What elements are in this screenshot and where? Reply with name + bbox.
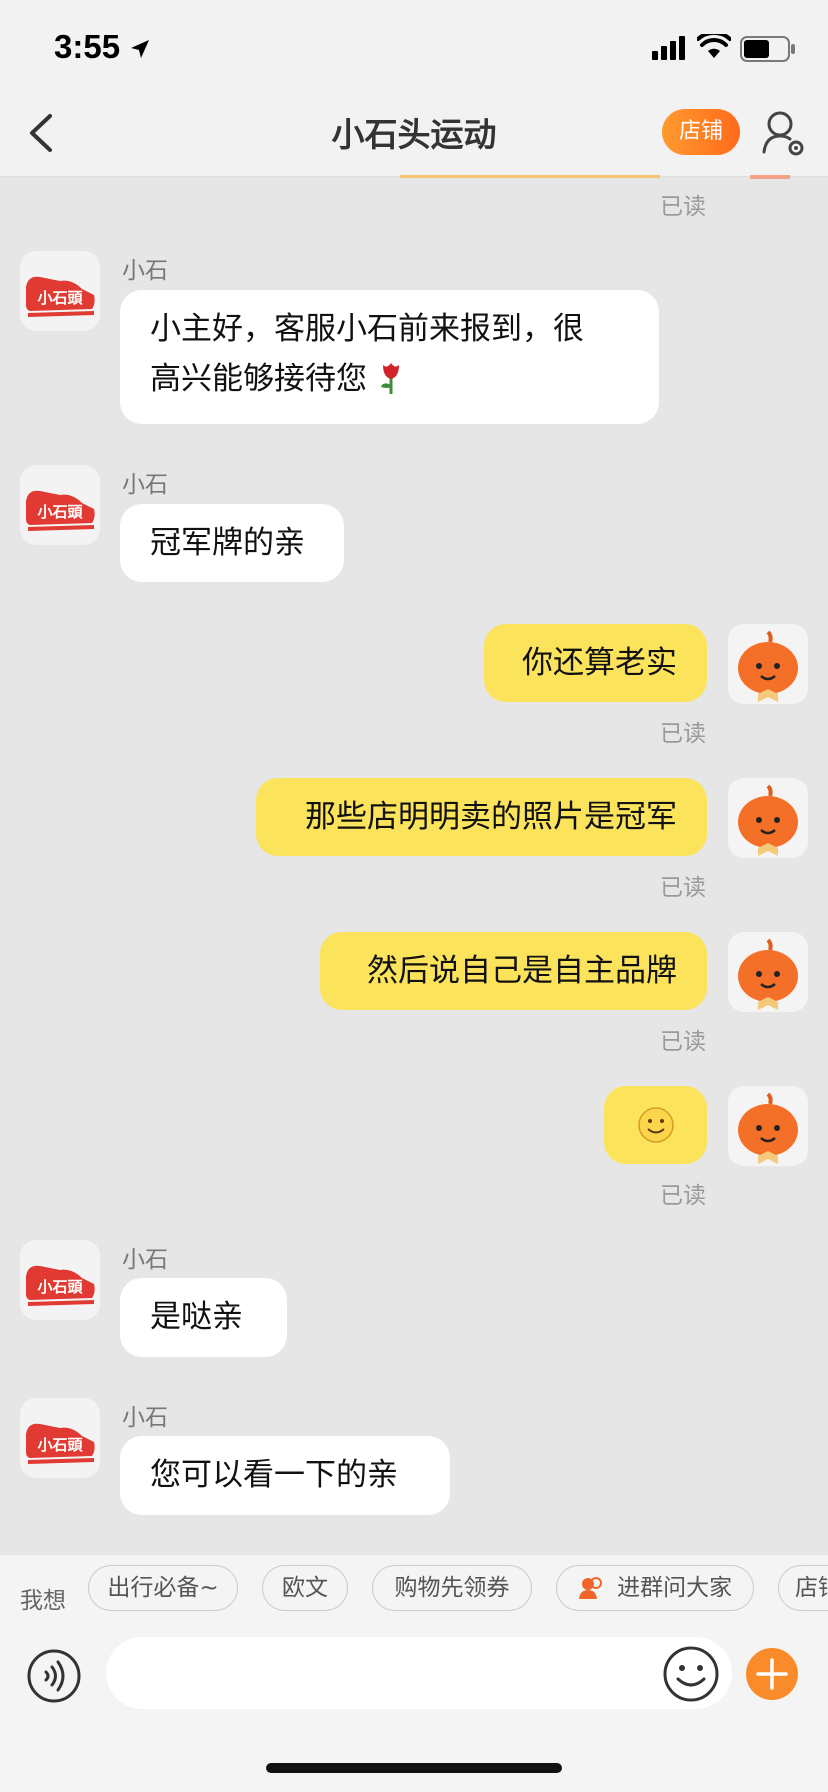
store-avatar[interactable]: 小石頭 bbox=[20, 1398, 100, 1478]
message-text: 你还算老实 bbox=[522, 645, 677, 681]
user-avatar[interactable] bbox=[728, 1086, 808, 1166]
read-status: 已读 bbox=[660, 721, 706, 747]
message-bubble-outgoing[interactable]: 你还算老实 bbox=[484, 624, 707, 702]
battery-icon bbox=[740, 36, 795, 62]
rose-icon bbox=[380, 363, 399, 394]
wifi-icon bbox=[697, 34, 731, 58]
store-avatar[interactable]: 小石頭 bbox=[20, 1240, 100, 1320]
message-bubble-incoming[interactable]: 冠军牌的亲 bbox=[120, 504, 344, 582]
sender-name: 小石 bbox=[122, 258, 168, 284]
scroll-hint-bar bbox=[400, 175, 660, 178]
plus-button[interactable] bbox=[746, 1648, 798, 1700]
voice-icon[interactable] bbox=[26, 1648, 82, 1704]
nav-bar: 小石头运动 店铺 bbox=[0, 100, 828, 177]
svg-text:小石頭: 小石頭 bbox=[37, 289, 83, 307]
sender-name: 小石 bbox=[122, 472, 168, 498]
user-avatar[interactable] bbox=[728, 932, 808, 1012]
suggestion-chip-group[interactable]: 进群问大家 bbox=[556, 1565, 754, 1611]
smiley-emoji-icon bbox=[637, 1107, 674, 1143]
store-logo-icon: 小石頭 bbox=[26, 490, 95, 531]
message-bubble-incoming[interactable]: 是哒亲 bbox=[120, 1278, 287, 1357]
group-icon bbox=[578, 1577, 602, 1599]
suggestion-chip[interactable]: 购物先领券 bbox=[372, 1565, 532, 1611]
message-text: 那些店明明卖的照片是冠军 bbox=[305, 799, 677, 835]
read-status: 已读 bbox=[660, 194, 706, 220]
user-avatar-icon bbox=[738, 1092, 798, 1164]
suggestion-chip[interactable]: 店铺 bbox=[778, 1565, 828, 1611]
message-text: 然后说自己是自主品牌 bbox=[367, 953, 677, 989]
svg-text:小石頭: 小石頭 bbox=[37, 1436, 83, 1454]
user-avatar-icon bbox=[738, 938, 798, 1010]
suggestion-label: 我想 bbox=[20, 1588, 66, 1614]
store-logo-icon: 小石頭 bbox=[26, 1265, 95, 1306]
message-bubble-outgoing[interactable]: 然后说自己是自主品牌 bbox=[320, 932, 707, 1010]
status-bar: 3:55 bbox=[0, 0, 828, 100]
cellular-signal-icon bbox=[652, 36, 685, 60]
svg-text:小石頭: 小石頭 bbox=[37, 503, 83, 521]
sender-name: 小石 bbox=[122, 1405, 168, 1431]
message-text-line2: 高兴能够接待您 bbox=[150, 354, 629, 404]
message-text: 冠军牌的亲 bbox=[150, 525, 305, 561]
message-text: 您可以看一下的亲 bbox=[150, 1457, 398, 1493]
store-avatar[interactable]: 小石頭 bbox=[20, 251, 100, 331]
store-avatar[interactable]: 小石頭 bbox=[20, 465, 100, 545]
read-status: 已读 bbox=[660, 875, 706, 901]
message-bubble-incoming[interactable]: 小主好，客服小石前来报到，很 高兴能够接待您 bbox=[120, 290, 659, 424]
read-status: 已读 bbox=[660, 1029, 706, 1055]
suggestion-chip[interactable]: 欧文 bbox=[262, 1565, 348, 1611]
shop-button[interactable]: 店铺 bbox=[662, 109, 740, 155]
message-bubble-incoming[interactable]: 您可以看一下的亲 bbox=[120, 1436, 450, 1515]
user-avatar[interactable] bbox=[728, 778, 808, 858]
back-chevron-icon[interactable] bbox=[22, 108, 62, 158]
home-indicator bbox=[266, 1763, 562, 1773]
location-arrow-icon bbox=[131, 40, 149, 58]
emoji-icon[interactable] bbox=[662, 1645, 720, 1703]
status-time: 3:55 bbox=[54, 28, 121, 65]
sender-name: 小石 bbox=[122, 1247, 168, 1273]
read-status: 已读 bbox=[660, 1183, 706, 1209]
store-logo-icon: 小石頭 bbox=[26, 276, 95, 317]
message-text: 小主好，客服小石前来报到，很 bbox=[150, 311, 584, 347]
suggestion-chip[interactable]: 出行必备~ bbox=[88, 1565, 238, 1611]
plus-icon bbox=[756, 1658, 788, 1690]
user-avatar-icon bbox=[738, 630, 798, 702]
svg-text:小石頭: 小石頭 bbox=[37, 1278, 83, 1296]
user-avatar-icon bbox=[738, 784, 798, 856]
profile-settings-icon[interactable] bbox=[760, 108, 804, 158]
scroll-hint-bar-accent bbox=[750, 175, 790, 179]
page-title: 小石头运动 bbox=[331, 115, 497, 154]
message-input[interactable] bbox=[106, 1637, 732, 1709]
message-bubble-outgoing[interactable]: 那些店明明卖的照片是冠军 bbox=[256, 778, 707, 856]
message-text: 是哒亲 bbox=[150, 1299, 243, 1335]
user-avatar[interactable] bbox=[728, 624, 808, 704]
store-logo-icon: 小石頭 bbox=[26, 1423, 95, 1464]
message-bubble-outgoing[interactable] bbox=[604, 1086, 707, 1164]
bottom-panel: 我想 出行必备~ 欧文 购物先领券 进群问大家 店铺 bbox=[0, 1555, 828, 1792]
